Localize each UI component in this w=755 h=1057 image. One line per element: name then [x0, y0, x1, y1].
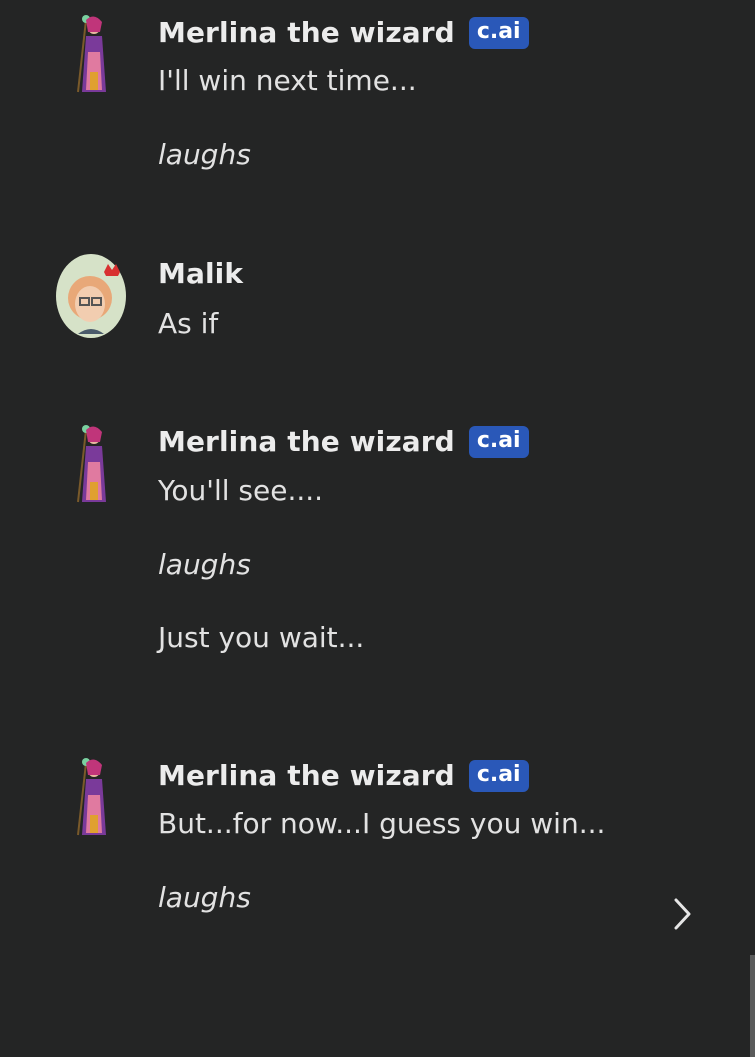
scrollbar[interactable]: [750, 955, 755, 1057]
sender-name: Malik: [158, 257, 244, 290]
message-text: But...for now...I guess you win...: [158, 807, 606, 840]
message-text: As if: [158, 307, 219, 340]
message-header: Malik: [158, 257, 243, 290]
ai-badge: c.ai: [468, 759, 529, 792]
user-avatar-icon[interactable]: [56, 254, 126, 338]
next-response-button[interactable]: [664, 892, 700, 936]
wizard-avatar-icon[interactable]: [56, 755, 126, 839]
wizard-avatar-icon[interactable]: [56, 422, 126, 506]
message-header: Merlina the wizard c.ai: [158, 425, 529, 458]
message-text: Just you wait...: [158, 621, 365, 654]
sender-name: Merlina the wizard: [158, 16, 455, 49]
ai-badge: c.ai: [468, 425, 529, 458]
sender-name: Merlina the wizard: [158, 425, 455, 458]
chevron-right-icon: [674, 898, 691, 930]
message-header: Merlina the wizard c.ai: [158, 759, 529, 792]
message-text: I'll win next time...: [158, 64, 417, 97]
wizard-avatar-icon[interactable]: [56, 12, 126, 96]
message-header: Merlina the wizard c.ai: [158, 16, 529, 49]
message-text: You'll see....: [158, 474, 324, 507]
sender-name: Merlina the wizard: [158, 759, 455, 792]
message-action-text: laughs: [158, 138, 251, 171]
message-action-text: laughs: [158, 881, 251, 914]
message-action-text: laughs: [158, 548, 251, 581]
chat-thread: Merlina the wizard c.ai I'll win next ti…: [0, 0, 755, 1057]
ai-badge: c.ai: [468, 16, 529, 49]
